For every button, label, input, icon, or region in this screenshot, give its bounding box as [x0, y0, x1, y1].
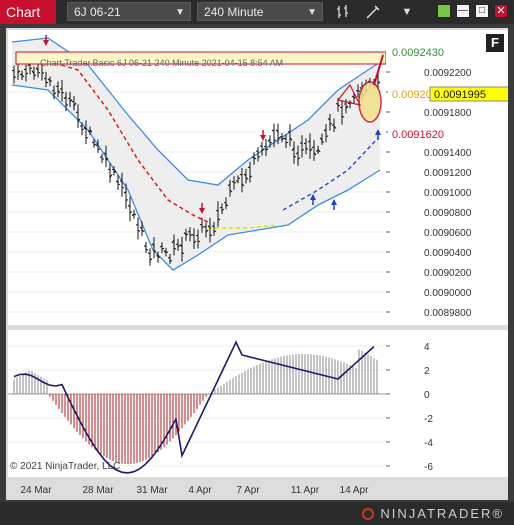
date-label: 14 Apr: [340, 485, 370, 496]
oscillator-chart[interactable]: [8, 330, 386, 477]
bar-close: [257, 156, 261, 158]
price-tick-label: 0.0091400: [424, 148, 472, 159]
price-panel[interactable]: [8, 30, 387, 325]
ohlc-bar: [135, 217, 141, 240]
bar-open: [219, 206, 223, 209]
pencil-icon[interactable]: [364, 3, 382, 21]
brand-logo: NINJATRADER®: [362, 506, 504, 521]
bar-open: [11, 69, 15, 72]
bar-close: [85, 136, 89, 139]
bar-open: [187, 230, 191, 233]
osc-tick-label: 2: [424, 366, 430, 377]
down-arrow-icon: [260, 135, 266, 141]
target-price-tag: 0.0092430: [392, 47, 444, 59]
price-tick-label: 0.0090800: [424, 208, 472, 219]
price-tick-label: 0.0091800: [424, 108, 472, 119]
bar-close: [29, 67, 33, 70]
date-label: 4 Apr: [188, 485, 212, 496]
interval-selector[interactable]: 240 Minute ▼: [197, 2, 323, 21]
logo-icon: [362, 508, 375, 520]
oscillator-axis[interactable]: 4 2 0 -2 -4 -6: [386, 330, 508, 477]
ohlc-bar: [131, 209, 137, 219]
window-title: Chart: [0, 0, 56, 24]
price-tick-label: 0.0090400: [424, 248, 472, 259]
bar-open: [71, 100, 75, 103]
minimize-button[interactable]: —: [456, 4, 470, 18]
price-tick-label: 0.0089800: [424, 308, 472, 319]
maximize-button[interactable]: □: [475, 4, 489, 18]
price-tick-label: 0.0091200: [424, 168, 472, 179]
price-tick-label: 0.0090200: [424, 268, 472, 279]
osc-tick-label: -4: [424, 438, 433, 449]
chevron-down-icon: ▼: [307, 7, 317, 18]
bar-open: [235, 180, 239, 182]
ohlc-bar: [143, 241, 149, 253]
price-tick-label: 0.0092200: [424, 68, 472, 79]
bar-open: [343, 103, 347, 105]
copyright-text: © 2021 NinjaTrader, LLC: [10, 461, 121, 472]
chevron-down-icon[interactable]: ▼: [398, 3, 416, 21]
date-label: 11 Apr: [291, 485, 320, 496]
ohlc-bar: [147, 248, 153, 266]
bar-open: [23, 68, 27, 71]
bar-close: [269, 141, 273, 144]
osc-tick-label: -6: [424, 462, 433, 473]
bar-open: [167, 256, 171, 259]
bar-close: [97, 148, 101, 151]
osc-tick-label: -2: [424, 414, 433, 425]
band-fill: [12, 38, 380, 270]
toolbar: Chart 6J 06-21 ▼ 240 Minute ▼ ▼ — □ ✕: [0, 0, 514, 24]
bars-icon[interactable]: [335, 3, 353, 21]
bar-close: [137, 230, 141, 232]
price-tick-label: 0.0090000: [424, 288, 472, 299]
ohlc-bar: [127, 196, 133, 222]
time-axis-labels: 24 Mar 28 Mar 31 Mar 4 Apr 7 Apr 11 Apr 14 Apr: [20, 485, 370, 496]
f-button[interactable]: F: [486, 34, 504, 52]
last-price-tag: 0.0091995: [434, 89, 486, 101]
green-link-button[interactable]: [437, 4, 451, 18]
price-tick-label: 0.0091000: [424, 188, 472, 199]
bar-close: [337, 104, 341, 107]
stop-price-tag: 0.0091620: [392, 129, 444, 141]
date-label: 31 Mar: [136, 485, 168, 496]
close-button[interactable]: ✕: [494, 4, 508, 18]
date-label: 7 Apr: [236, 485, 260, 496]
oscillator-axis-labels: 4 2 0 -2 -4 -6: [386, 342, 433, 473]
osc-tick-label: 4: [424, 342, 430, 353]
instrument-selector[interactable]: 6J 06-21 ▼: [67, 2, 191, 21]
instrument-label: 6J 06-21: [74, 5, 121, 19]
bar-open: [79, 125, 83, 127]
osc-tick-label: 0: [424, 390, 430, 401]
price-axis-labels: 0.00922000.00920000.00918000.00916000.00…: [386, 45, 514, 319]
bar-open: [119, 180, 123, 182]
time-axis[interactable]: 24 Mar 28 Mar 31 Mar 4 Apr 7 Apr 11 Apr 14 Apr: [8, 479, 386, 500]
ohlc-bar: [99, 153, 105, 164]
date-label: 28 Mar: [82, 485, 114, 496]
price-chart[interactable]: [8, 30, 387, 325]
oscillator-panel[interactable]: [8, 330, 386, 477]
up-arrow-icon: [331, 199, 337, 205]
highlight-ellipse: [358, 81, 382, 123]
date-label: 24 Mar: [20, 485, 52, 496]
chart-info-line: Chart Trader.Basic 6J 06-21 240 Minute 2…: [40, 58, 284, 68]
chevron-down-icon: ▼: [175, 7, 185, 18]
interval-label: 240 Minute: [204, 5, 264, 19]
price-tick-label: 0.0090600: [424, 228, 472, 239]
footer-bar: NINJATRADER®: [0, 502, 514, 525]
price-axis[interactable]: 0.00922000.00920000.00918000.00916000.00…: [386, 30, 514, 325]
